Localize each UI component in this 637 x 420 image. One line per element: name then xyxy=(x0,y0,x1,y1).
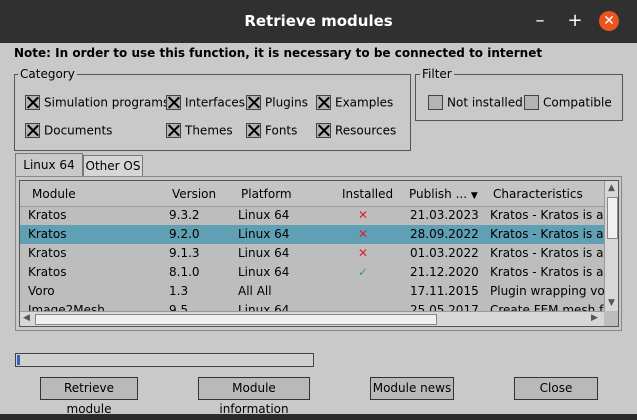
cell-version: 8.1.0 xyxy=(169,265,200,279)
cell-publish: 01.03.2022 xyxy=(410,246,479,260)
checkbox-fonts[interactable]: Fonts xyxy=(246,123,297,138)
column-platform[interactable]: Platform xyxy=(241,187,292,201)
column-installed[interactable]: Installed xyxy=(342,187,393,201)
cell-module: Kratos xyxy=(28,265,67,279)
checkbox-examples[interactable]: Examples xyxy=(316,95,393,110)
cell-characteristics: Kratos - Kratos is a fra xyxy=(490,227,604,241)
cell-version: 9.2.0 xyxy=(169,227,200,241)
cell-version: 9.3.2 xyxy=(169,208,200,222)
column-publish-label: Publish ... xyxy=(409,187,468,201)
not-installed-icon: ✕ xyxy=(358,208,369,222)
cell-module: Voro xyxy=(28,284,55,298)
module-information-button[interactable]: Module information xyxy=(198,377,310,416)
maximize-icon[interactable]: + xyxy=(565,11,585,31)
checkbox-box[interactable] xyxy=(428,95,443,110)
title-bar: Retrieve modules – + ✕ xyxy=(0,0,637,43)
vertical-scrollbar[interactable]: ▲ ▼ xyxy=(604,181,618,311)
table-row[interactable]: Kratos 9.3.2 Linux 64 ✕ 21.03.2023 Krato… xyxy=(20,206,604,225)
checkbox-box[interactable] xyxy=(316,95,331,110)
column-module[interactable]: Module xyxy=(32,187,76,201)
retrieve-modules-window: Retrieve modules – + ✕ Note: In order to… xyxy=(0,0,637,416)
cell-characteristics: Plugin wrapping voro xyxy=(490,284,604,298)
checkbox-interfaces[interactable]: Interfaces xyxy=(166,95,245,110)
checkbox-resources[interactable]: Resources xyxy=(316,123,396,138)
column-characteristics[interactable]: Characteristics xyxy=(493,187,583,201)
cell-characteristics: Kratos - Kratos is a fra xyxy=(490,246,604,260)
checkbox-box[interactable] xyxy=(316,123,331,138)
cell-version: 9.1.3 xyxy=(169,246,200,260)
checkbox-simulation-programs[interactable]: Simulation programs xyxy=(25,95,169,110)
scroll-up-icon[interactable]: ▲ xyxy=(608,183,615,193)
checkbox-box[interactable] xyxy=(246,123,261,138)
minimize-icon[interactable]: – xyxy=(530,11,550,31)
tab-other-os[interactable]: Other OS xyxy=(83,155,143,176)
installed-check-icon: ✓ xyxy=(358,265,369,279)
scroll-left-icon[interactable]: ◀ xyxy=(23,313,30,323)
cell-module: Kratos xyxy=(28,246,67,260)
checkbox-box[interactable] xyxy=(524,95,539,110)
close-button[interactable]: Close xyxy=(514,377,598,400)
checkbox-box[interactable] xyxy=(166,123,181,138)
category-label: Category xyxy=(18,67,77,81)
modules-table: Module Version Platform Installed Publis… xyxy=(19,180,619,327)
cell-platform: Linux 64 xyxy=(238,208,290,222)
not-installed-icon: ✕ xyxy=(358,227,369,241)
module-news-button[interactable]: Module news xyxy=(370,377,454,400)
vertical-scroll-thumb[interactable] xyxy=(607,197,618,239)
sort-down-icon: ▼ xyxy=(470,191,478,201)
cell-publish: 21.03.2023 xyxy=(410,208,479,222)
cell-version: 1.3 xyxy=(169,284,189,298)
checkbox-not-installed[interactable]: Not installed xyxy=(428,95,523,110)
download-progress-bar xyxy=(15,353,314,367)
checkbox-themes[interactable]: Themes xyxy=(166,123,233,138)
progress-fill xyxy=(17,355,20,365)
cell-platform: Linux 64 xyxy=(238,265,290,279)
cell-platform: All All xyxy=(238,284,272,298)
close-icon[interactable]: ✕ xyxy=(599,11,619,31)
table-row-selected[interactable]: Kratos 9.2.0 Linux 64 ✕ 28.09.2022 Krato… xyxy=(20,225,604,244)
checkbox-box[interactable] xyxy=(25,95,40,110)
checkbox-compatible[interactable]: Compatible xyxy=(524,95,612,110)
checkbox-plugins[interactable]: Plugins xyxy=(246,95,308,110)
horizontal-scroll-thumb[interactable] xyxy=(35,314,437,325)
column-publish[interactable]: Publish ... ▼ xyxy=(409,187,478,201)
checkbox-box[interactable] xyxy=(246,95,261,110)
cell-platform: Linux 64 xyxy=(238,227,290,241)
cell-module: Kratos xyxy=(28,227,67,241)
cell-characteristics: Kratos - Kratos is a fra xyxy=(490,208,604,222)
table-row[interactable]: Kratos 8.1.0 Linux 64 ✓ 21.12.2020 Krato… xyxy=(20,263,604,282)
retrieve-module-button[interactable]: Retrieve module xyxy=(40,377,138,416)
column-version[interactable]: Version xyxy=(172,187,216,201)
table-row[interactable]: Kratos 9.1.3 Linux 64 ✕ 01.03.2022 Krato… xyxy=(20,244,604,263)
table-row[interactable]: Voro 1.3 All All 17.11.2015 Plugin wrapp… xyxy=(20,282,604,301)
horizontal-scrollbar[interactable]: ◀ ▶ xyxy=(20,311,604,326)
checkbox-documents[interactable]: Documents xyxy=(25,123,112,138)
table-header: Module Version Platform Installed Publis… xyxy=(20,181,604,207)
checkbox-box[interactable] xyxy=(25,123,40,138)
scroll-right-icon[interactable]: ▶ xyxy=(591,313,598,323)
filter-label: Filter xyxy=(420,67,454,81)
internet-note: Note: In order to use this function, it … xyxy=(14,46,543,60)
category-group xyxy=(14,74,411,151)
cell-publish: 17.11.2015 xyxy=(410,284,479,298)
checkbox-box[interactable] xyxy=(166,95,181,110)
tab-linux-64[interactable]: Linux 64 xyxy=(15,153,83,176)
cell-module: Kratos xyxy=(28,208,67,222)
cell-platform: Linux 64 xyxy=(238,246,290,260)
not-installed-icon: ✕ xyxy=(358,246,369,260)
scroll-down-icon[interactable]: ▼ xyxy=(608,298,615,308)
cell-characteristics: Kratos - Kratos is a fra xyxy=(490,265,604,279)
cell-publish: 28.09.2022 xyxy=(410,227,479,241)
cell-publish: 21.12.2020 xyxy=(410,265,479,279)
